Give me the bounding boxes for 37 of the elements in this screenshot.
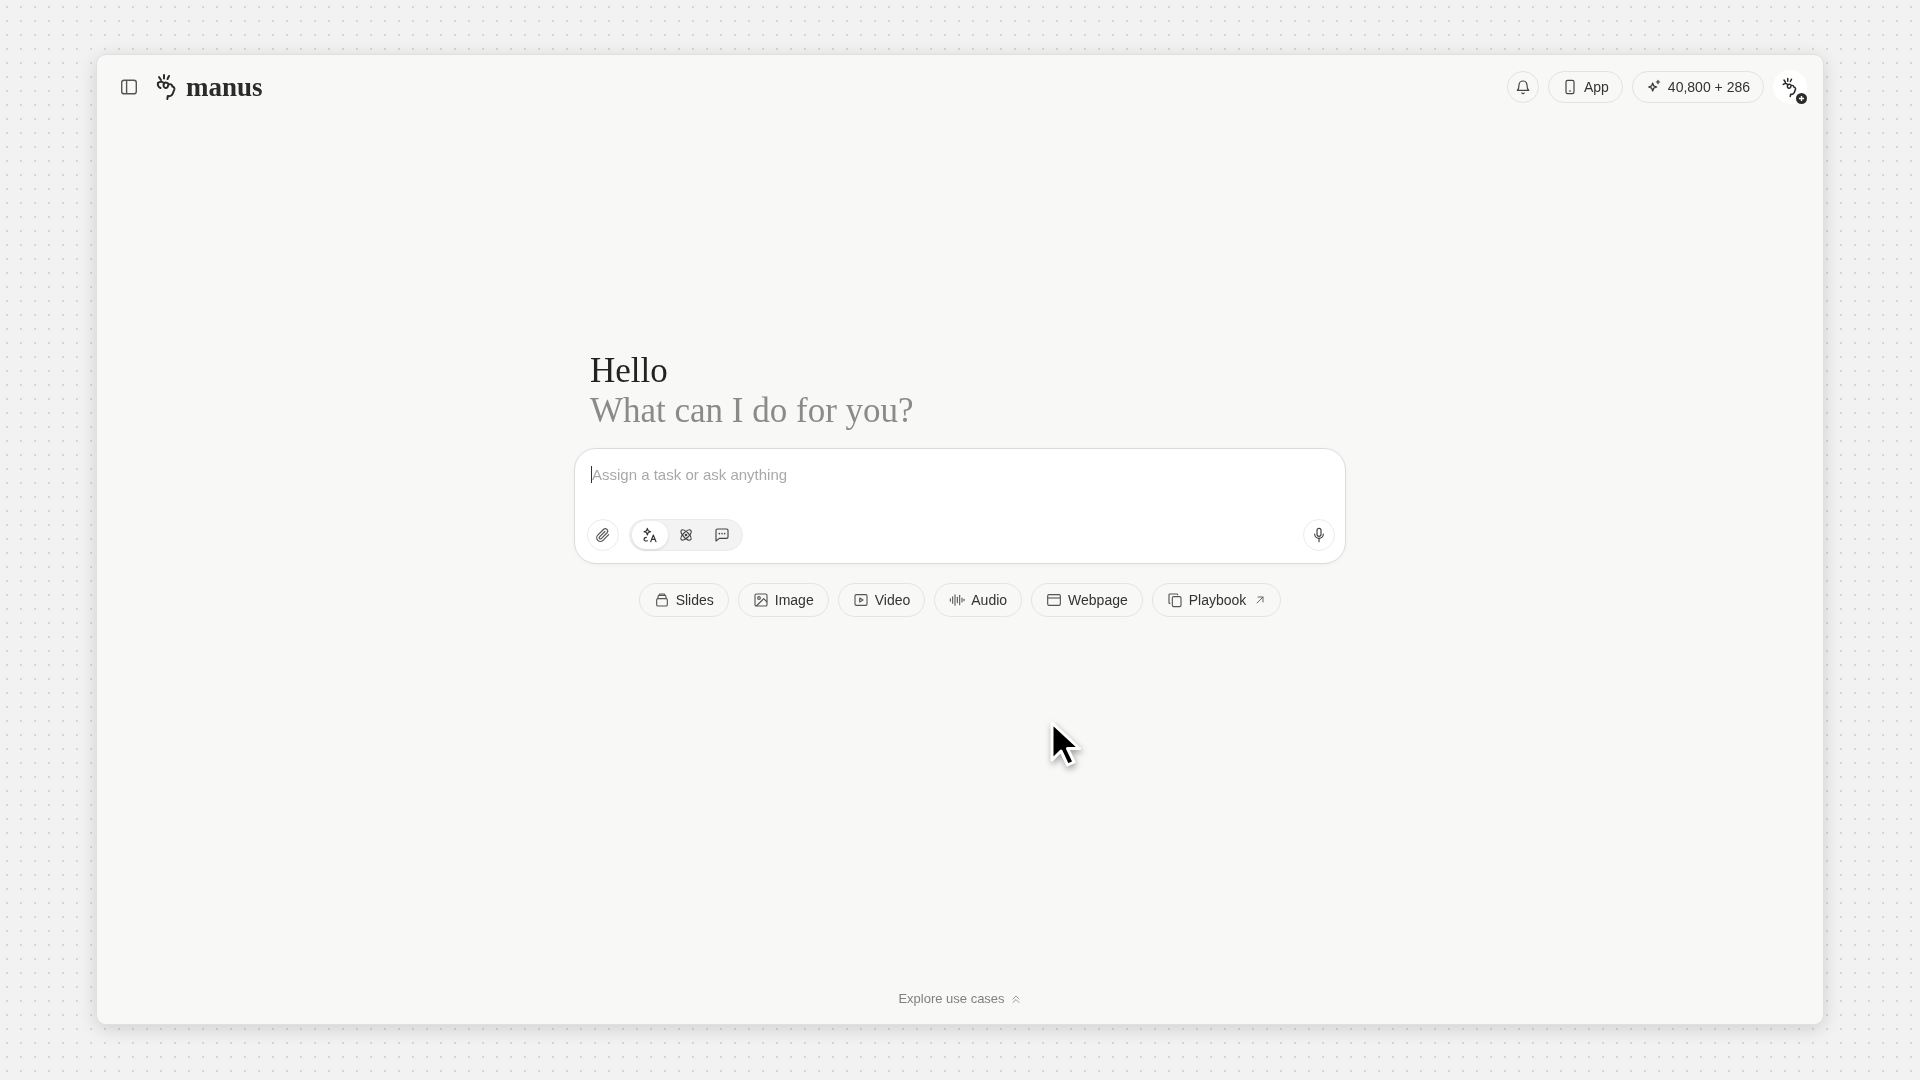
image-icon	[752, 592, 769, 608]
avatar-button[interactable]	[1773, 70, 1807, 104]
quick-action-chip[interactable]: Image	[737, 583, 829, 617]
quick-action-chip[interactable]: Playbook	[1151, 583, 1282, 617]
bell-icon	[1514, 79, 1531, 95]
app-button[interactable]: App	[1547, 71, 1623, 103]
greeting-subtitle: What can I do for you?	[590, 391, 915, 431]
quick-action-chip[interactable]: Video	[837, 583, 926, 617]
microphone-icon	[1311, 527, 1327, 543]
quick-action-chip[interactable]: Audio	[934, 583, 1023, 617]
brand-name: manus	[186, 71, 263, 103]
greeting-title: Hello	[590, 351, 669, 391]
attach-button[interactable]	[587, 519, 619, 551]
quick-action-chip[interactable]: Slides	[638, 583, 729, 617]
waveform-icon	[949, 592, 966, 608]
arrow-up-right-icon	[1254, 594, 1267, 606]
sidebar-toggle-icon[interactable]	[120, 78, 138, 96]
sparkle-icon	[1645, 79, 1662, 95]
paperclip-icon	[595, 527, 611, 543]
copy-icon	[1166, 592, 1183, 608]
sparkle-letter-icon	[642, 527, 658, 543]
mode-tab[interactable]	[632, 521, 668, 549]
scribble-logo-icon	[1781, 76, 1799, 98]
atom-icon	[678, 527, 694, 543]
explore-use-cases-link[interactable]: Explore use cases	[898, 989, 1022, 1009]
chat-bubble-icon	[714, 527, 730, 543]
task-input-field[interactable]: Assign a task or ask anything	[591, 462, 1335, 486]
chevrons-up-icon	[1009, 993, 1022, 1005]
microphone-button[interactable]	[1303, 519, 1335, 551]
text-caret	[591, 466, 592, 483]
notifications-button[interactable]	[1506, 71, 1539, 103]
quick-action-chip[interactable]: Webpage	[1031, 583, 1143, 617]
credits-button[interactable]: 40,800 + 286	[1631, 71, 1764, 103]
browser-window-icon	[1046, 592, 1063, 608]
plus-badge-icon	[1796, 93, 1807, 104]
stack-icon	[653, 592, 670, 608]
play-icon	[852, 592, 869, 608]
